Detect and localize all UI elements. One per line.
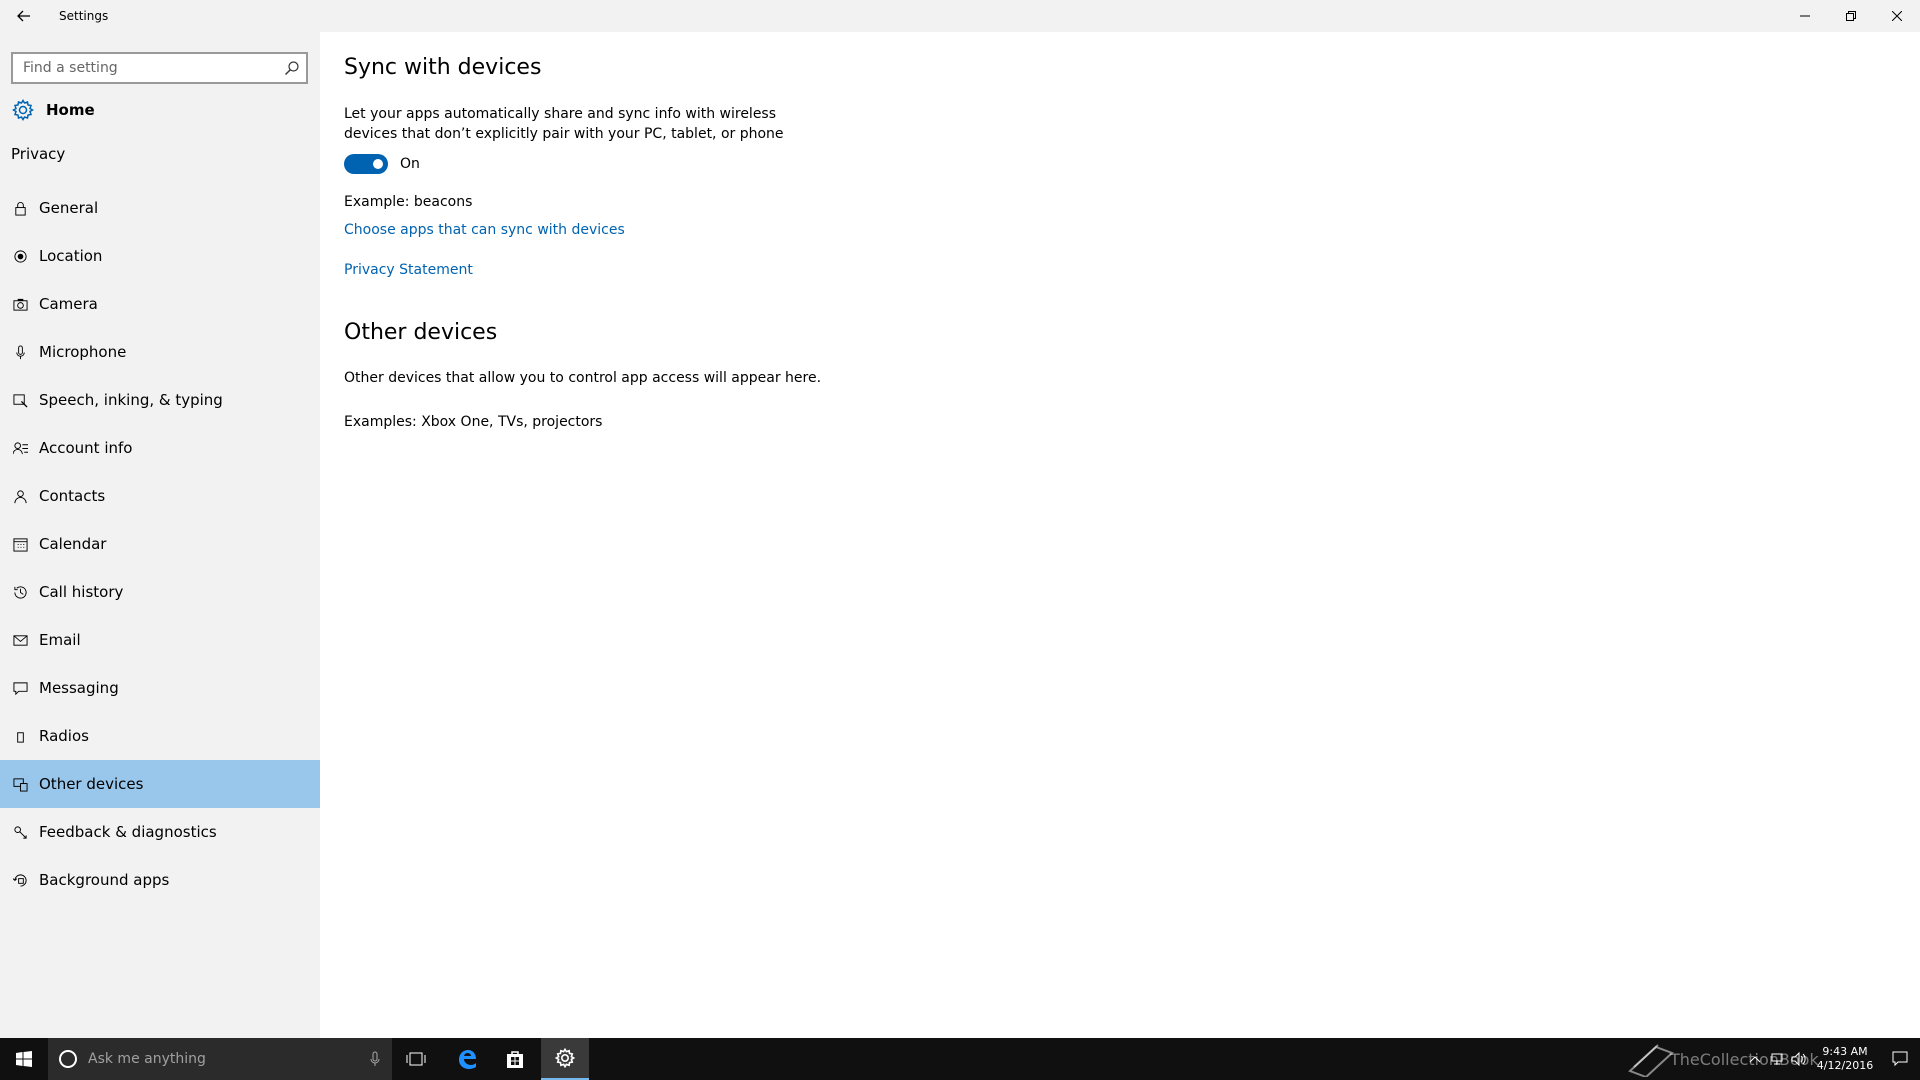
start-button[interactable] xyxy=(0,1038,48,1080)
choose-apps-link[interactable]: Choose apps that can sync with devices xyxy=(344,222,625,238)
close-button[interactable] xyxy=(1874,0,1920,32)
sidebar-item-label: Microphone xyxy=(39,343,127,361)
sidebar-item-account-info[interactable]: Account info xyxy=(0,424,320,472)
sidebar-item-label: Location xyxy=(39,247,103,265)
search-icon[interactable] xyxy=(284,60,300,76)
sidebar-item-email[interactable]: Email xyxy=(0,616,320,664)
other-devices-examples: Examples: Xbox One, TVs, projectors xyxy=(344,414,603,430)
window-title: Settings xyxy=(59,9,109,23)
sidebar-item-radios[interactable]: Radios xyxy=(0,712,320,760)
lock-icon xyxy=(12,200,28,216)
history-icon xyxy=(12,584,28,600)
main-content: Sync with devices Let your apps automati… xyxy=(320,32,1920,1038)
back-arrow-icon xyxy=(17,10,30,22)
section-label-privacy: Privacy xyxy=(11,145,66,163)
privacy-statement-link[interactable]: Privacy Statement xyxy=(344,262,473,278)
sidebar-item-feedback[interactable]: Feedback & diagnostics xyxy=(0,808,320,856)
store-bag-icon xyxy=(507,1051,523,1068)
sidebar-item-label: Contacts xyxy=(39,487,106,505)
settings-taskbar-button[interactable] xyxy=(541,1038,589,1080)
sidebar-item-label: Email xyxy=(39,631,81,649)
taskbar-clock[interactable]: 9:43 AM 4/12/2016 xyxy=(1810,1045,1880,1073)
feedback-icon xyxy=(12,824,28,840)
cortana-placeholder: Ask me anything xyxy=(88,1051,206,1067)
sidebar-item-microphone[interactable]: Microphone xyxy=(0,328,320,376)
sync-with-devices-heading: Sync with devices xyxy=(344,55,542,80)
microphone-icon xyxy=(12,344,28,360)
sidebar-item-other-devices[interactable]: Other devices xyxy=(0,760,320,808)
home-label: Home xyxy=(46,101,95,119)
close-icon xyxy=(1892,11,1902,21)
toggle-state-label: On xyxy=(400,156,420,172)
sync-toggle-row: On xyxy=(344,154,420,174)
camera-icon xyxy=(12,296,28,312)
cortana-search-box[interactable]: Ask me anything xyxy=(48,1038,392,1080)
task-view-button[interactable] xyxy=(392,1038,440,1080)
title-bar: Settings xyxy=(0,0,1920,32)
sidebar-item-label: Calendar xyxy=(39,535,107,553)
sync-toggle-switch[interactable] xyxy=(344,154,388,174)
minimize-icon xyxy=(1800,15,1810,17)
sidebar-item-label: Call history xyxy=(39,583,124,601)
sidebar-item-label: Messaging xyxy=(39,679,119,697)
sidebar-item-speech[interactable]: Speech, inking, & typing xyxy=(0,376,320,424)
action-center-icon[interactable] xyxy=(1880,1038,1920,1080)
sidebar-item-label: Other devices xyxy=(39,775,144,793)
back-button[interactable] xyxy=(0,0,48,32)
windows-logo-icon xyxy=(16,1051,32,1067)
store-button[interactable] xyxy=(491,1038,539,1080)
book-logo-icon xyxy=(1628,1044,1674,1077)
clock-time: 9:43 AM xyxy=(1822,1045,1868,1058)
radios-icon xyxy=(12,728,28,744)
sidebar-item-call-history[interactable]: Call history xyxy=(0,568,320,616)
home-nav-item[interactable]: Home xyxy=(0,92,320,128)
background-apps-icon xyxy=(12,872,28,888)
account-info-icon xyxy=(12,440,28,456)
other-devices-description: Other devices that allow you to control … xyxy=(344,370,822,386)
watermark-text: TheCollectionBook xyxy=(1670,1049,1819,1069)
messaging-icon xyxy=(12,680,28,696)
task-view-icon xyxy=(406,1052,426,1066)
settings-search-input[interactable] xyxy=(23,60,283,76)
other-devices-heading: Other devices xyxy=(344,320,498,345)
gear-icon xyxy=(12,99,34,121)
minimize-button[interactable] xyxy=(1782,0,1828,32)
cortana-circle-icon xyxy=(59,1050,77,1068)
sidebar-item-label: Radios xyxy=(39,727,89,745)
gear-icon xyxy=(555,1048,575,1068)
sidebar-item-camera[interactable]: Camera xyxy=(0,280,320,328)
clock-date: 4/12/2016 xyxy=(1816,1059,1874,1072)
sidebar-item-contacts[interactable]: Contacts xyxy=(0,472,320,520)
sidebar-item-label: General xyxy=(39,199,99,217)
edge-browser-button[interactable] xyxy=(443,1038,491,1080)
sidebar-item-label: Account info xyxy=(39,439,133,457)
toggle-knob xyxy=(373,159,383,169)
other-devices-icon xyxy=(12,776,28,792)
sidebar-item-general[interactable]: General xyxy=(0,184,320,232)
sidebar-item-label: Speech, inking, & typing xyxy=(39,391,223,409)
location-icon xyxy=(12,248,28,264)
contacts-icon xyxy=(12,488,28,504)
window-controls xyxy=(1782,0,1920,32)
privacy-nav-list: General Location Camera Microphone Speec… xyxy=(0,184,320,904)
microphone-icon[interactable] xyxy=(370,1051,380,1067)
restore-button[interactable] xyxy=(1828,0,1874,32)
sidebar-item-label: Background apps xyxy=(39,871,170,889)
sidebar: Home Privacy General Location Camera Mic… xyxy=(0,32,320,1038)
sidebar-item-background-apps[interactable]: Background apps xyxy=(0,856,320,904)
speech-icon xyxy=(12,392,28,408)
edge-icon xyxy=(459,1050,476,1069)
example-beacons-text: Example: beacons xyxy=(344,194,473,210)
email-icon xyxy=(12,632,28,648)
restore-icon xyxy=(1846,11,1856,21)
sidebar-item-label: Camera xyxy=(39,295,98,313)
sidebar-item-messaging[interactable]: Messaging xyxy=(0,664,320,712)
settings-search-box[interactable] xyxy=(11,52,308,84)
sidebar-item-label: Feedback & diagnostics xyxy=(39,823,217,841)
calendar-icon xyxy=(12,536,28,552)
sync-description: Let your apps automatically share and sy… xyxy=(344,106,784,142)
watermark: TheCollectionBook xyxy=(1628,1038,1819,1080)
sidebar-item-location[interactable]: Location xyxy=(0,232,320,280)
sidebar-item-calendar[interactable]: Calendar xyxy=(0,520,320,568)
